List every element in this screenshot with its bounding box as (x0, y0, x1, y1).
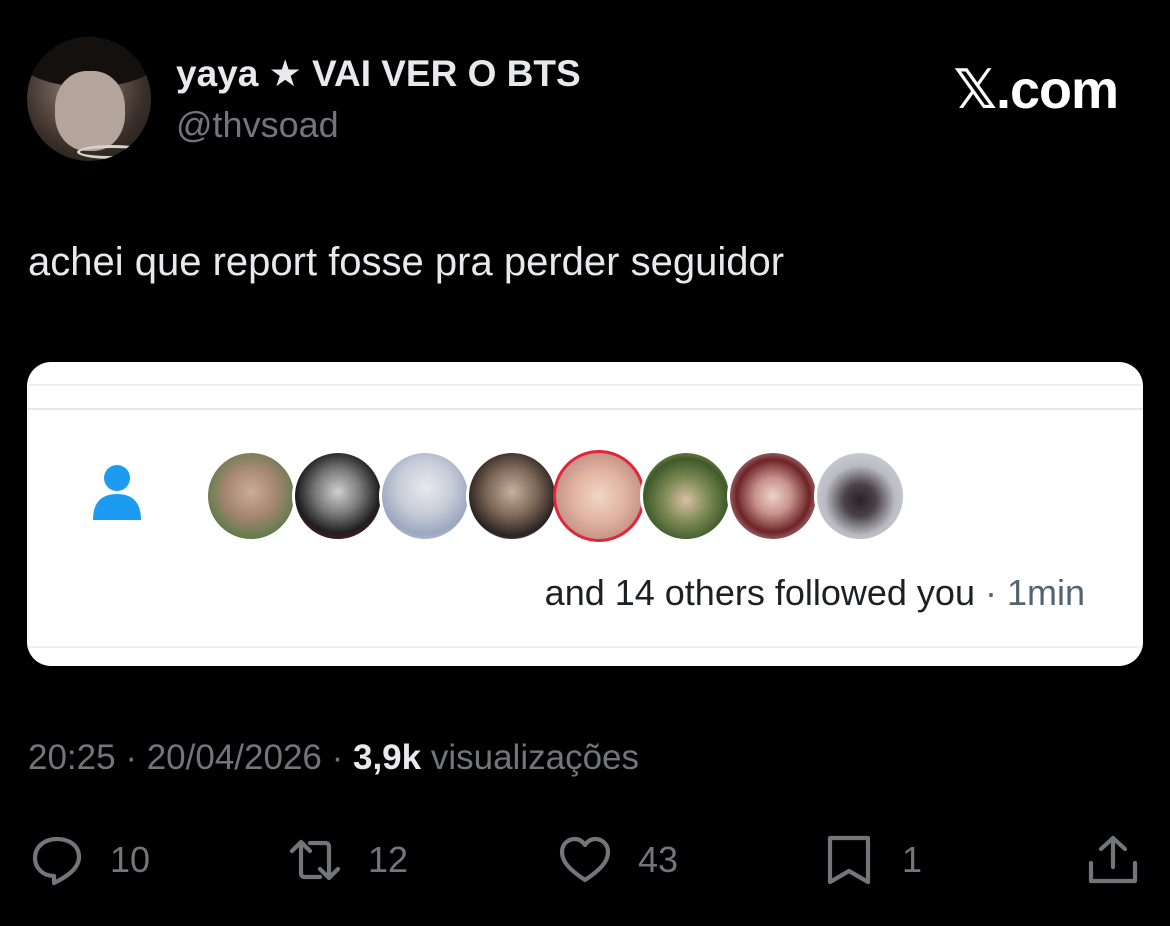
person-icon (93, 465, 141, 520)
follower-avatar[interactable] (379, 450, 471, 542)
views-label: visualizações (430, 738, 639, 777)
divider (27, 408, 1143, 410)
tweet-meta: 20:25 · 20/04/2026 · 3,9k visualizações (28, 738, 639, 777)
separator: · (974, 572, 1007, 613)
follow-notification-text: and 14 others followed you · 1min (545, 572, 1085, 614)
like-count: 43 (638, 839, 679, 880)
heart-icon (559, 836, 611, 883)
follower-avatar[interactable] (553, 450, 645, 542)
follower-avatar[interactable] (640, 450, 732, 542)
tweet-date[interactable]: 20/04/2026 (147, 738, 322, 777)
follower-avatar[interactable] (466, 450, 558, 542)
divider (27, 384, 1143, 386)
share-icon (1088, 835, 1138, 884)
repost-count: 12 (368, 839, 409, 880)
author-display-name[interactable]: yaya ★ VAI VER O BTS (176, 52, 581, 95)
notification-message: and 14 others followed you (544, 572, 975, 613)
author-handle[interactable]: @thvsoad (176, 104, 339, 146)
tweet-time[interactable]: 20:25 (28, 738, 116, 777)
follower-avatar[interactable] (205, 450, 297, 542)
follower-avatar[interactable] (292, 450, 384, 542)
reply-icon (32, 836, 82, 886)
tweet-text: achei que report fosse pra perder seguid… (28, 240, 785, 284)
reply-count: 10 (110, 839, 151, 880)
author-avatar[interactable] (27, 37, 151, 161)
bookmark-button[interactable]: 1 (822, 832, 922, 888)
follower-avatar[interactable] (727, 450, 819, 542)
brand-domain: .com (995, 60, 1119, 120)
repost-button[interactable]: 12 (288, 832, 408, 888)
like-button[interactable]: 43 (558, 832, 678, 888)
x-brand-watermark: 𝕏.com (953, 58, 1119, 121)
reply-button[interactable]: 10 (30, 832, 150, 888)
follower-avatar[interactable] (814, 450, 906, 542)
x-logo-icon: 𝕏 (953, 58, 997, 121)
views-count: 3,9k (352, 738, 422, 777)
share-button[interactable] (1086, 832, 1140, 888)
embedded-screenshot-card[interactable]: and 14 others followed you · 1min (27, 362, 1143, 666)
avatar-face (55, 71, 125, 151)
avatar-chain (77, 145, 147, 159)
bookmark-count: 1 (902, 839, 923, 880)
divider (27, 646, 1143, 648)
notification-time: 1min (1006, 572, 1085, 613)
repost-icon (289, 839, 341, 881)
bookmark-icon (827, 835, 871, 885)
